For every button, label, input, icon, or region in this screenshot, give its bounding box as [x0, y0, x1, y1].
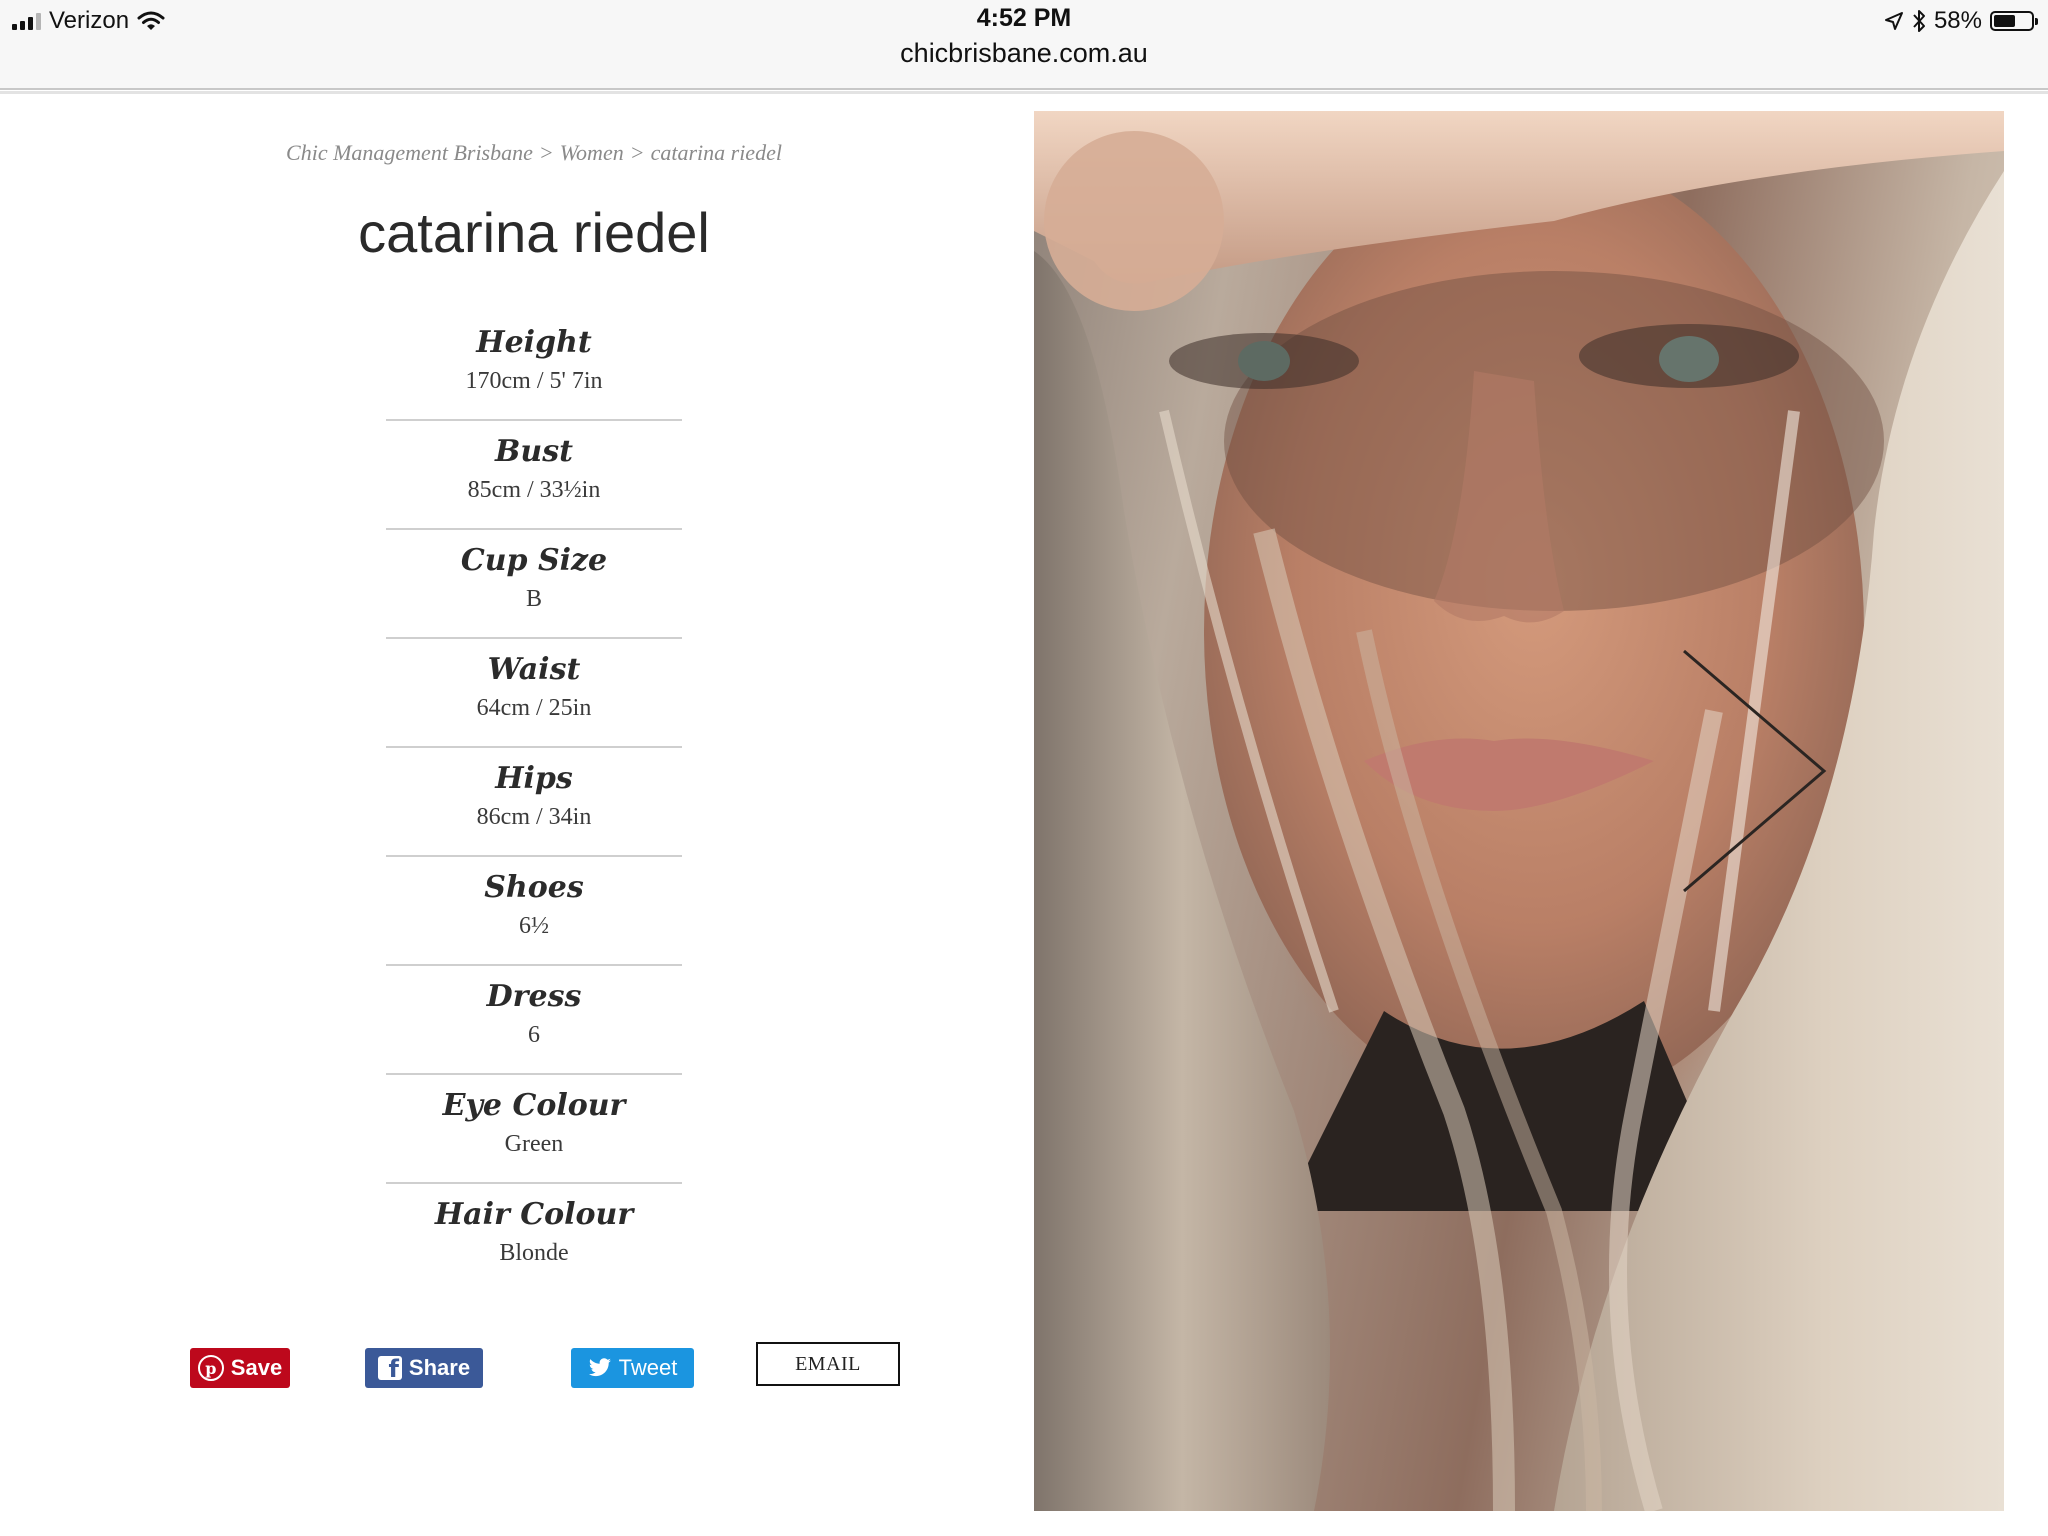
stat-waist: Waist 64cm / 25in [386, 639, 682, 748]
stat-label: Dress [486, 979, 582, 1014]
pinterest-icon: p [197, 1355, 224, 1381]
stat-eye-colour: Eye Colour Green [386, 1075, 682, 1184]
stat-label: Height [476, 325, 592, 360]
twitter-tweet-button[interactable]: Tweet [571, 1348, 694, 1388]
twitter-tweet-label: Tweet [618, 1355, 678, 1380]
stat-hair-colour: Hair Colour Blonde [386, 1184, 682, 1293]
stat-label: Shoes [484, 870, 584, 905]
model-stats-list: Height 170cm / 5' 7in Bust 85cm / 33½in … [386, 312, 682, 1293]
stat-hips: Hips 86cm / 34in [386, 748, 682, 857]
stat-shoes: Shoes 6½ [386, 857, 682, 966]
stat-label: Hips [495, 761, 573, 796]
share-buttons: p Save f Share Tweet EMAIL [0, 1340, 1068, 1388]
stat-label: Cup Size [460, 543, 608, 578]
pinterest-save-label: Save [230, 1355, 283, 1380]
battery-icon [1990, 11, 2038, 31]
stat-value: 6 [528, 1022, 540, 1048]
facebook-icon: f [377, 1356, 402, 1381]
browser-top-bar: Verizon 4:52 PM chicbrisbane.com.au 58% [0, 0, 2048, 94]
battery-level-fill [1994, 15, 2015, 27]
breadcrumb-current: catarina riedel [650, 140, 782, 165]
stat-height: Height 170cm / 5' 7in [386, 312, 682, 421]
stat-cup-size: Cup Size B [386, 530, 682, 639]
stat-label: Bust [495, 434, 573, 469]
stat-value: 86cm / 34in [476, 804, 592, 830]
facebook-share-button[interactable]: f Share [365, 1348, 483, 1388]
email-button[interactable]: EMAIL [756, 1342, 900, 1386]
stat-label: Hair Colour [434, 1197, 634, 1232]
stat-value: Green [504, 1131, 564, 1157]
stat-label: Eye Colour [442, 1088, 626, 1123]
facebook-share-label: Share [408, 1355, 471, 1380]
stat-value: 170cm / 5' 7in [465, 368, 603, 394]
breadcrumb-link-home[interactable]: Chic Management Brisbane [286, 140, 533, 165]
stat-dress: Dress 6 [386, 966, 682, 1075]
battery-percent: 58% [1933, 7, 1982, 34]
stat-value: 85cm / 33½in [467, 477, 601, 503]
stat-label: Waist [487, 652, 581, 687]
model-portrait-photo [1034, 111, 2004, 1511]
stat-value: 6½ [519, 913, 549, 939]
breadcrumb-separator: > [538, 140, 554, 165]
portrait-illustration [1034, 111, 2004, 1511]
stat-bust: Bust 85cm / 33½in [386, 421, 682, 530]
breadcrumb-link-women[interactable]: Women [560, 140, 624, 165]
bluetooth-icon [1913, 10, 1925, 32]
breadcrumb: Chic Management Brisbane > Women > catarina … [0, 140, 1068, 166]
stat-value: B [525, 586, 542, 612]
status-right-group: 58% [1884, 6, 2038, 36]
stat-value: Blonde [499, 1240, 569, 1266]
page-title: catarina riedel [358, 201, 710, 264]
stat-value: 64cm / 25in [476, 695, 592, 721]
address-bar-url[interactable]: chicbrisbane.com.au [0, 38, 2048, 69]
pinterest-save-button[interactable]: p Save [190, 1348, 290, 1388]
twitter-bird-icon [588, 1358, 611, 1377]
breadcrumb-separator: > [629, 140, 645, 165]
location-icon [1884, 12, 1903, 30]
status-time: 4:52 PM [976, 4, 1072, 32]
